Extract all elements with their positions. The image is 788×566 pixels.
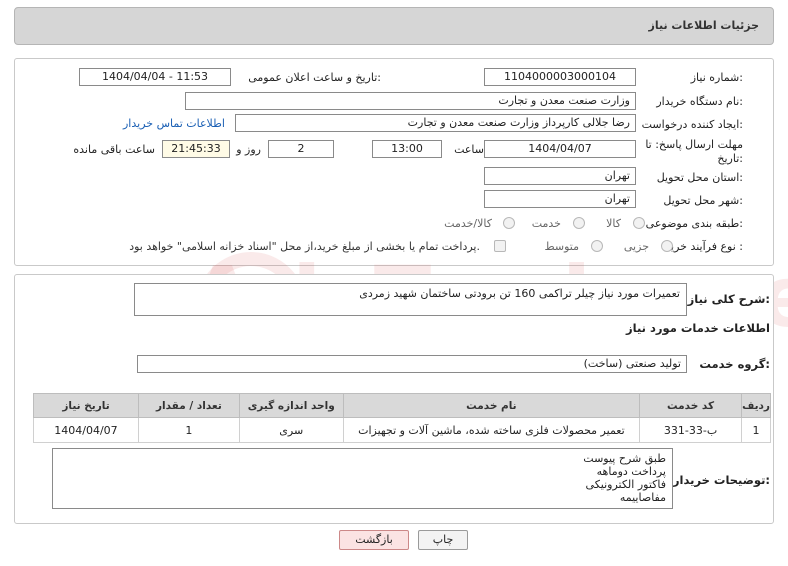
buyer-notes-label: توضیحات خریدار: — [672, 473, 770, 487]
column-header-unit: واحد اندازه گیری — [238, 393, 344, 418]
days-label: روز و — [236, 143, 261, 156]
province-field: تهران — [484, 167, 636, 185]
category-service-label: خدمت — [531, 217, 561, 230]
column-header-quantity: تعداد / مقدار — [137, 393, 240, 418]
cell-quantity: 1 — [137, 417, 240, 443]
remaining-time-field: 21:45:33 — [162, 140, 230, 158]
summary-textarea: تعمیرات مورد نیاز چیلر تراکمی 160 تن برو… — [134, 283, 687, 316]
page-title: جزئیات اطلاعات نیاز — [648, 19, 760, 32]
process-type-label: نوع فرآیند خرید : — [665, 240, 743, 253]
services-table: ردیف کد خدمت نام خدمت واحد اندازه گیری ت… — [33, 393, 771, 443]
process-minor-label: جزیی — [623, 240, 649, 253]
requester-label: ایجاد کننده درخواست: — [641, 118, 743, 131]
category-label: طبقه بندی موضوعی: — [645, 217, 743, 230]
cell-service-name: تعمیر محصولات فلزی ساخته شده، ماشین آلات… — [342, 417, 641, 443]
column-header-service-code: کد خدمت — [639, 393, 743, 418]
service-group-field: تولید صنعتی (ساخت) — [137, 355, 687, 373]
cell-service-code: ب-33-331 — [639, 417, 743, 443]
category-goods-label: کالا — [606, 217, 621, 230]
deadline-hour-label: ساعت — [454, 143, 484, 156]
category-goods-service-label: کالا/خدمت — [444, 217, 492, 230]
treasury-payment-note: پرداخت تمام یا بخشی از مبلغ خرید،از محل … — [129, 240, 480, 253]
table-header-row: ردیف کد خدمت نام خدمت واحد اندازه گیری ت… — [33, 393, 771, 418]
buyer-note-line: پرداخت دوماهه — [596, 465, 666, 478]
cell-need-date: 1404/04/07 — [33, 417, 139, 443]
column-header-service-name: نام خدمت — [342, 393, 641, 418]
deadline-date-field: 1404/04/07 — [484, 140, 636, 158]
column-header-need-date: تاریخ نیاز — [33, 393, 139, 418]
cell-unit: سری — [238, 417, 344, 443]
buyer-note-line: فاکتور الکترونیکی — [585, 478, 666, 491]
buyer-org-label: نام دستگاه خریدار: — [656, 95, 743, 108]
process-medium-label: متوسط — [544, 240, 579, 253]
need-info-panel — [14, 58, 774, 266]
page-header: جزئیات اطلاعات نیاز — [14, 7, 774, 45]
announce-datetime-label: تاریخ و ساعت اعلان عمومی: — [248, 71, 381, 84]
need-number-label: شماره نیاز: — [690, 71, 743, 84]
table-row: 1 ب-33-331 تعمیر محصولات فلزی ساخته شده،… — [33, 417, 771, 443]
category-service-radio[interactable] — [573, 217, 585, 229]
category-goods-radio[interactable] — [633, 217, 645, 229]
city-field: تهران — [484, 190, 636, 208]
announce-datetime-field: 1404/04/04 - 11:53 — [79, 68, 231, 86]
deadline-label-date: تاریخ: — [717, 152, 743, 165]
summary-label: شرح کلی نیاز: — [687, 292, 770, 306]
treasury-payment-checkbox[interactable] — [494, 240, 506, 252]
province-label: استان محل تحویل: — [656, 171, 743, 184]
process-medium-radio[interactable] — [591, 240, 603, 252]
category-goods-service-radio[interactable] — [503, 217, 515, 229]
buyer-notes-textarea: طبق شرح پیوست پرداخت دوماهه فاکتور الکتر… — [52, 448, 673, 509]
process-minor-radio[interactable] — [661, 240, 673, 252]
remaining-days-field: 2 — [268, 140, 334, 158]
deadline-label: مهلت ارسال پاسخ: تا — [645, 138, 743, 151]
deadline-hour-field: 13:00 — [372, 140, 442, 158]
print-button[interactable]: چاپ — [418, 530, 468, 550]
buyer-org-field: وزارت صنعت معدن و تجارت — [185, 92, 636, 110]
cell-row-number: 1 — [741, 417, 771, 443]
services-section-title: اطلاعات خدمات مورد نیاز — [626, 321, 770, 335]
column-header-row-number: ردیف — [741, 393, 771, 418]
city-label: شهر محل تحویل: — [663, 194, 743, 207]
back-button[interactable]: بازگشت — [339, 530, 409, 550]
buyer-note-line: طبق شرح پیوست — [583, 452, 666, 465]
buyer-note-line: مفاصاییمه — [619, 491, 666, 504]
remaining-label: ساعت باقی مانده — [73, 143, 155, 156]
need-number-field: 1104000003000104 — [484, 68, 636, 86]
buyer-contact-link[interactable]: اطلاعات تماس خریدار — [123, 117, 225, 130]
requester-field: رضا جلالی کارپرداز وزارت صنعت معدن و تجا… — [235, 114, 636, 132]
service-group-label: گروه خدمت: — [699, 357, 770, 371]
